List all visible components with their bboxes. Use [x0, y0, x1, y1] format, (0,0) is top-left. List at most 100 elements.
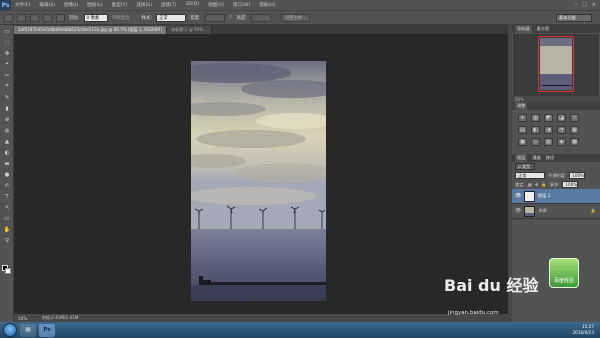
menu-file[interactable]: 文件(F)	[15, 2, 30, 8]
zoom-level[interactable]: 50%	[18, 316, 27, 321]
minimize-button[interactable]: –	[575, 2, 578, 8]
blur-tool-icon[interactable]: ▬	[3, 160, 11, 167]
menu-window[interactable]: 窗口(W)	[233, 2, 250, 8]
channel-mixer-icon[interactable]: ▦	[570, 126, 579, 134]
height-input[interactable]	[250, 13, 271, 22]
layer-thumbnail	[524, 190, 535, 202]
lock-all-icon[interactable]: 🔒	[541, 182, 546, 188]
fill-input[interactable]: 100%	[562, 181, 579, 188]
add-selection-button[interactable]	[30, 13, 39, 22]
eraser-tool-icon[interactable]: ▲	[3, 138, 11, 145]
menu-view[interactable]: 视图(V)	[208, 2, 224, 8]
tab-active-document[interactable]: 2af0197b45e5d4bd9eb8b625c0ae512e.jpg @ 6…	[14, 26, 168, 34]
navigator-preview[interactable]	[513, 34, 599, 96]
selective-color-icon[interactable]: ▩	[570, 138, 579, 146]
tab-navigator[interactable]: 导航器	[515, 25, 532, 33]
menu-help[interactable]: 帮助(H)	[259, 2, 275, 8]
menu-edit[interactable]: 编辑(E)	[39, 2, 55, 8]
antialias-checkbox[interactable]: 消除锯齿	[112, 15, 130, 21]
menu-image[interactable]: 图像(I)	[64, 2, 78, 8]
close-button[interactable]: ×	[592, 2, 596, 8]
options-bar: 羽化: 0 像素 消除锯齿 样式: 正常 宽度: ⇄ 高度: 调整边缘... 基…	[0, 10, 600, 25]
levels-icon[interactable]: ▥	[531, 114, 540, 122]
height-label: 高度:	[236, 15, 247, 21]
gradient-map-icon[interactable]: ◈	[557, 138, 566, 146]
photo-filter-icon[interactable]: ◔	[557, 126, 566, 134]
hue-saturation-icon[interactable]: ▤	[518, 126, 527, 134]
maximize-button[interactable]: □	[582, 2, 587, 8]
menu-type[interactable]: 类型(Y)	[112, 2, 128, 8]
blend-mode-select[interactable]: 正常	[515, 172, 545, 179]
taskbar-explorer-icon[interactable]: ▤	[20, 323, 36, 337]
tab-layers[interactable]: 图层	[515, 154, 528, 162]
tab-paths[interactable]: 路径	[546, 155, 554, 161]
taskbar-photoshop-icon[interactable]: Ps	[39, 323, 55, 337]
path-select-tool-icon[interactable]: ↖	[3, 204, 11, 211]
eye-icon[interactable]: 👁	[515, 208, 521, 214]
zoom-tool-icon[interactable]: ⚲	[3, 237, 11, 244]
hand-tool-icon[interactable]: ✋	[3, 226, 11, 233]
tab-channels[interactable]: 通道	[532, 155, 540, 161]
exposure-icon[interactable]: ◪	[557, 114, 566, 122]
history-brush-icon[interactable]: ◍	[3, 127, 11, 134]
layer-row-background[interactable]: 👁 背景 🔒	[512, 204, 600, 219]
layer-row-1[interactable]: 👁 图层 1	[512, 189, 600, 204]
tab-histogram[interactable]: 直方图	[537, 26, 550, 32]
canvas-area[interactable]	[14, 34, 508, 314]
lasso-tool-icon[interactable]: ◌	[3, 39, 11, 46]
threshold-icon[interactable]: ▧	[544, 138, 553, 146]
style-select[interactable]: 正常	[156, 13, 187, 22]
baidu-jingyan-badge: 百度经验	[549, 258, 579, 288]
eye-icon[interactable]: 👁	[515, 193, 521, 199]
brightness-contrast-icon[interactable]: ☀	[518, 114, 527, 122]
shape-tool-icon[interactable]: ▭	[3, 215, 11, 222]
tab-untitled-document[interactable]: 未标题-1 @ 50%...	[167, 26, 213, 34]
lock-pixels-icon[interactable]: ▦	[528, 182, 532, 187]
color-balance-icon[interactable]: ◧	[531, 126, 540, 134]
lock-icon: 🔒	[590, 208, 596, 213]
crop-tool-icon[interactable]: ✂	[3, 72, 11, 79]
pen-tool-icon[interactable]: ✍	[3, 182, 11, 189]
layer-name[interactable]: 图层 1	[538, 193, 550, 199]
watermark-url: jingyan.baidu.com	[448, 310, 499, 316]
refine-edge-button[interactable]: 调整边缘...	[280, 13, 311, 22]
menu-3d[interactable]: 3D(D)	[185, 2, 199, 8]
menu-select[interactable]: 选择(S)	[136, 2, 152, 8]
move-tool-icon[interactable]: ✥	[3, 50, 11, 57]
document-photo[interactable]	[191, 61, 326, 301]
workspace-select[interactable]: 基本功能	[556, 14, 592, 22]
healing-brush-icon[interactable]: ✎	[3, 94, 11, 101]
dodge-tool-icon[interactable]: ●	[3, 171, 11, 178]
type-tool-icon[interactable]: T	[3, 193, 11, 200]
tab-adjustments[interactable]: 调整	[515, 102, 528, 110]
new-selection-button[interactable]	[17, 13, 26, 22]
swap-icon[interactable]: ⇄	[229, 15, 233, 20]
gradient-tool-icon[interactable]: ◐	[3, 149, 11, 156]
tool-preset-button[interactable]	[4, 13, 13, 22]
background-color-swatch[interactable]	[5, 268, 11, 274]
black-white-icon[interactable]: ◑	[544, 126, 553, 134]
posterize-icon[interactable]: ◇	[531, 138, 540, 146]
taskbar-clock[interactable]: 15:27 2016/4/23	[573, 324, 594, 335]
curves-icon[interactable]: ◩	[544, 114, 553, 122]
vibrance-icon[interactable]: ▽	[570, 114, 579, 122]
brush-tool-icon[interactable]: ▮	[3, 105, 11, 112]
start-button[interactable]	[3, 323, 17, 337]
clone-stamp-icon[interactable]: ⊕	[3, 116, 11, 123]
menu-filter[interactable]: 滤镜(T)	[161, 2, 177, 8]
opacity-input[interactable]: 100%	[569, 172, 586, 179]
lock-position-icon[interactable]: ✥	[535, 182, 539, 187]
intersect-selection-button[interactable]	[56, 13, 65, 22]
quick-select-tool-icon[interactable]: ⌖	[3, 61, 11, 68]
layer-kind-filter[interactable]: ρ 类型	[515, 163, 535, 170]
layer-name[interactable]: 背景	[538, 208, 546, 214]
eyedropper-tool-icon[interactable]: ⌗	[3, 83, 11, 90]
width-input[interactable]	[204, 13, 225, 22]
navigator-view-box[interactable]	[538, 36, 574, 92]
marquee-tool-icon[interactable]: ▭	[3, 28, 11, 35]
menu-layer[interactable]: 图层(L)	[87, 2, 102, 8]
feather-input[interactable]: 0 像素	[83, 13, 108, 22]
subtract-selection-button[interactable]	[43, 13, 52, 22]
seascape-photo	[191, 61, 326, 301]
invert-icon[interactable]: ▣	[518, 138, 527, 146]
